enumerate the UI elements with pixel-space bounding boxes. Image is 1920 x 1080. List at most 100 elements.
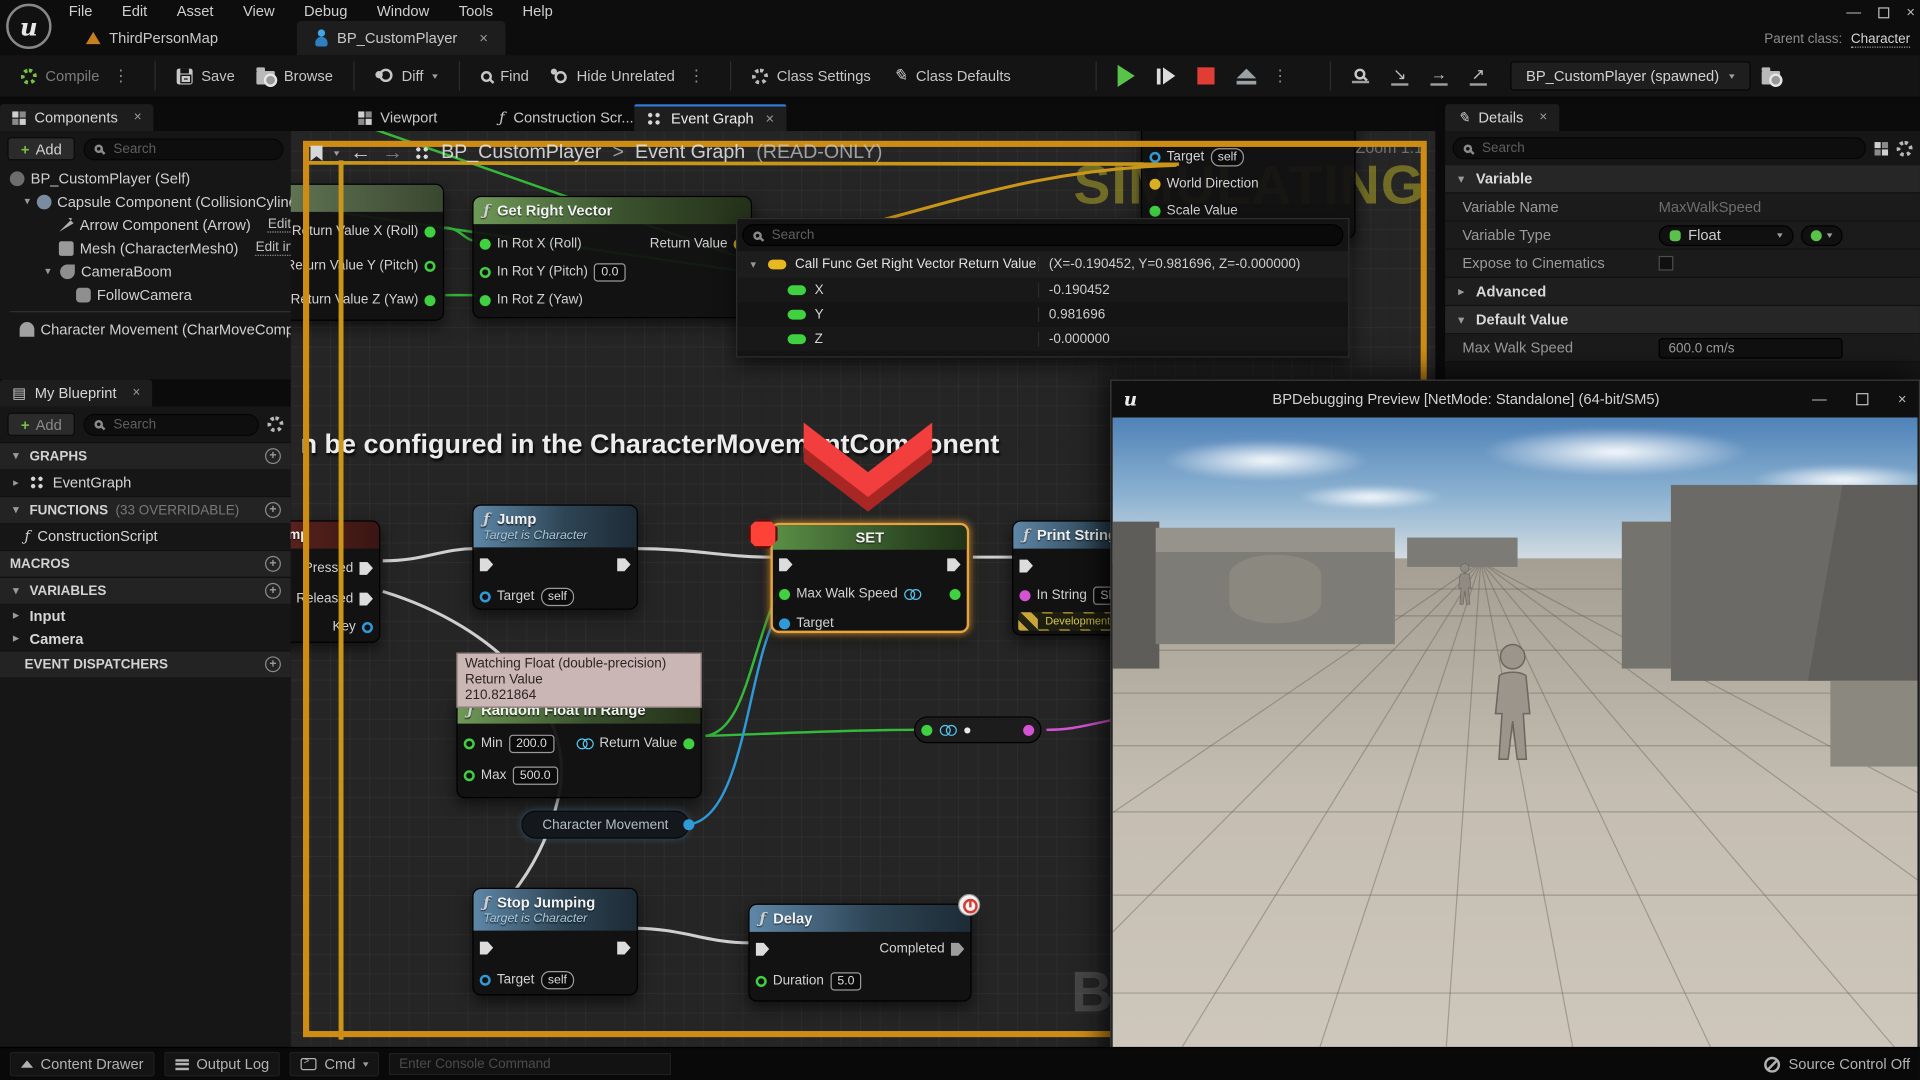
variable-group-input[interactable]: ▸Input — [0, 604, 291, 627]
browse-debug-object-button[interactable] — [1750, 59, 1790, 93]
maximize-button[interactable] — [1856, 393, 1868, 405]
blueprint-settings-icon[interactable] — [267, 416, 283, 432]
play-options-icon[interactable]: ⋮ — [1267, 66, 1293, 86]
minimize-button[interactable]: — — [1812, 391, 1827, 408]
breadcrumb-graph[interactable]: Event Graph — [635, 142, 745, 164]
menu-help[interactable]: Help — [523, 2, 553, 19]
advanced-section-header[interactable]: ▸Advanced — [1445, 278, 1920, 306]
bpdebugging-preview-window[interactable]: u BPDebugging Preview [NetMode: Standalo… — [1110, 380, 1920, 1080]
component-row-arrow[interactable]: Arrow Component (Arrow) Edit in C++ — [0, 213, 291, 236]
step-over-button[interactable]: → — [1419, 59, 1458, 93]
browse-button[interactable]: Browse — [246, 59, 344, 93]
menu-asset[interactable]: Asset — [177, 2, 214, 19]
close-tab-icon[interactable]: × — [479, 29, 488, 46]
watch-search[interactable] — [742, 224, 1343, 246]
my-blueprint-tab[interactable]: ▤ My Blueprint × — [0, 380, 153, 407]
component-row-self[interactable]: BP_CustomPlayer (Self) — [0, 167, 291, 190]
find-button[interactable]: Find — [470, 59, 540, 93]
component-row-cameraboom[interactable]: ▾ CameraBoom — [0, 260, 291, 283]
eventgraph-item[interactable]: ▸ EventGraph — [0, 469, 291, 496]
tab-construction-script[interactable]: ƒ Construction Scr... — [487, 104, 646, 131]
constructionscript-item[interactable]: ƒ ConstructionScript — [0, 523, 291, 550]
content-drawer-button[interactable]: Content Drawer — [10, 1052, 155, 1076]
close-panel-icon[interactable]: × — [133, 386, 141, 401]
my-blueprint-search-input[interactable] — [111, 416, 248, 433]
close-panel-icon[interactable]: × — [134, 110, 142, 125]
find-node-button[interactable] — [1341, 59, 1380, 93]
parent-class-value[interactable]: Character — [1851, 32, 1910, 48]
add-component-button[interactable]: +Add — [7, 137, 75, 160]
tab-thirdpersonmap[interactable]: ThirdPersonMap — [69, 21, 235, 55]
details-search[interactable] — [1453, 137, 1866, 159]
class-defaults-button[interactable]: ✎ Class Defaults — [882, 59, 1022, 93]
breadcrumb-asset[interactable]: BP_CustomPlayer — [441, 142, 601, 164]
tab-viewport[interactable]: Viewport — [346, 104, 450, 131]
component-row-capsule[interactable]: ▾ Capsule Component (CollisionCylinder) — [0, 190, 291, 213]
variable-type-dropdown[interactable]: Float ▾ — [1659, 225, 1794, 246]
add-macro-icon[interactable]: + — [265, 556, 281, 572]
watch-row-header[interactable]: ▾Call Func Get Right Vector Return Value… — [737, 251, 1348, 278]
container-type-dropdown[interactable]: ▾ — [1801, 225, 1842, 246]
menu-file[interactable]: File — [69, 2, 93, 19]
cmd-dropdown[interactable]: Cmd ▾ — [290, 1052, 379, 1076]
preview-titlebar[interactable]: u BPDebugging Preview [NetMode: Standalo… — [1111, 381, 1918, 418]
debug-object-dropdown[interactable]: BP_CustomPlayer (spawned)▾ — [1510, 61, 1750, 90]
component-row-charmove[interactable]: Character Movement (CharMoveComp) — [0, 317, 291, 340]
component-row-followcamera[interactable]: FollowCamera — [0, 283, 291, 306]
details-tab[interactable]: ✎ Details × — [1445, 104, 1559, 131]
menu-window[interactable]: Window — [377, 2, 429, 19]
macros-section-header[interactable]: MACROS + — [0, 550, 291, 577]
diff-button[interactable]: Diff▾ — [365, 59, 449, 93]
frame-skip-button[interactable] — [1146, 59, 1186, 93]
eject-button[interactable] — [1225, 59, 1267, 93]
source-control-status[interactable]: Source Control Off — [1764, 1056, 1910, 1073]
add-variable-icon[interactable]: + — [265, 583, 281, 599]
add-function-icon[interactable]: + — [265, 502, 281, 518]
compile-options-icon[interactable]: ⋮ — [108, 66, 134, 86]
console-command-input[interactable] — [389, 1053, 671, 1075]
max-walk-speed-input[interactable]: 600.0 cm/s — [1659, 337, 1843, 358]
menu-tools[interactable]: Tools — [459, 2, 493, 19]
components-search[interactable] — [84, 138, 284, 160]
add-blueprint-item-button[interactable]: +Add — [7, 413, 75, 436]
stop-button[interactable] — [1186, 59, 1225, 93]
compile-button[interactable]: Compile ⋮ — [10, 59, 145, 93]
my-blueprint-search[interactable] — [84, 413, 259, 435]
close-tab-icon[interactable]: × — [766, 110, 775, 127]
watch-window[interactable]: ▾Call Func Get Right Vector Return Value… — [736, 218, 1349, 358]
minimize-button[interactable]: — — [1846, 4, 1861, 21]
display-filter-icon[interactable] — [1875, 141, 1888, 154]
add-graph-icon[interactable]: + — [265, 448, 281, 464]
menu-edit[interactable]: Edit — [122, 2, 147, 19]
forward-icon[interactable]: → — [382, 141, 403, 165]
save-button[interactable]: Save — [166, 59, 246, 93]
variables-section-header[interactable]: ▾VARIABLES + — [0, 577, 291, 604]
close-panel-icon[interactable]: × — [1539, 110, 1547, 125]
output-log-button[interactable]: Output Log — [164, 1052, 280, 1076]
bookmark-icon[interactable] — [310, 145, 322, 161]
close-button[interactable]: × — [1898, 391, 1907, 408]
watch-row-y[interactable]: Y 0.981696 — [737, 302, 1348, 326]
preview-viewport[interactable] — [1113, 418, 1918, 1078]
graphs-section-header[interactable]: ▾GRAPHS + — [0, 442, 291, 469]
close-button[interactable]: × — [1906, 4, 1915, 21]
tab-event-graph[interactable]: Event Graph × — [634, 104, 786, 131]
variable-name-value[interactable]: MaxWalkSpeed — [1659, 198, 1920, 215]
add-dispatcher-icon[interactable]: + — [265, 656, 281, 672]
functions-section-header[interactable]: ▾FUNCTIONS (33 OVERRIDABLE) + — [0, 496, 291, 523]
maximize-button[interactable] — [1878, 7, 1889, 18]
components-tab[interactable]: Components × — [0, 104, 154, 131]
variable-section-header[interactable]: ▾Variable — [1445, 165, 1920, 193]
chevron-down-icon[interactable]: ▾ — [334, 148, 340, 159]
expose-cinematics-checkbox[interactable] — [1659, 256, 1674, 271]
hide-unrelated-button[interactable]: Hide Unrelated ⋮ — [540, 59, 720, 93]
step-into-button[interactable]: ↘ — [1380, 59, 1419, 93]
components-search-input[interactable] — [111, 140, 272, 157]
step-out-button[interactable]: ↗ — [1459, 59, 1498, 93]
details-search-input[interactable] — [1480, 140, 1855, 157]
watch-row-x[interactable]: X -0.190452 — [737, 278, 1348, 302]
tab-bp-customplayer[interactable]: BP_CustomPlayer × — [297, 21, 506, 55]
hide-unrelated-options-icon[interactable]: ⋮ — [683, 66, 709, 86]
back-icon[interactable]: ← — [350, 141, 371, 165]
menu-view[interactable]: View — [243, 2, 275, 19]
